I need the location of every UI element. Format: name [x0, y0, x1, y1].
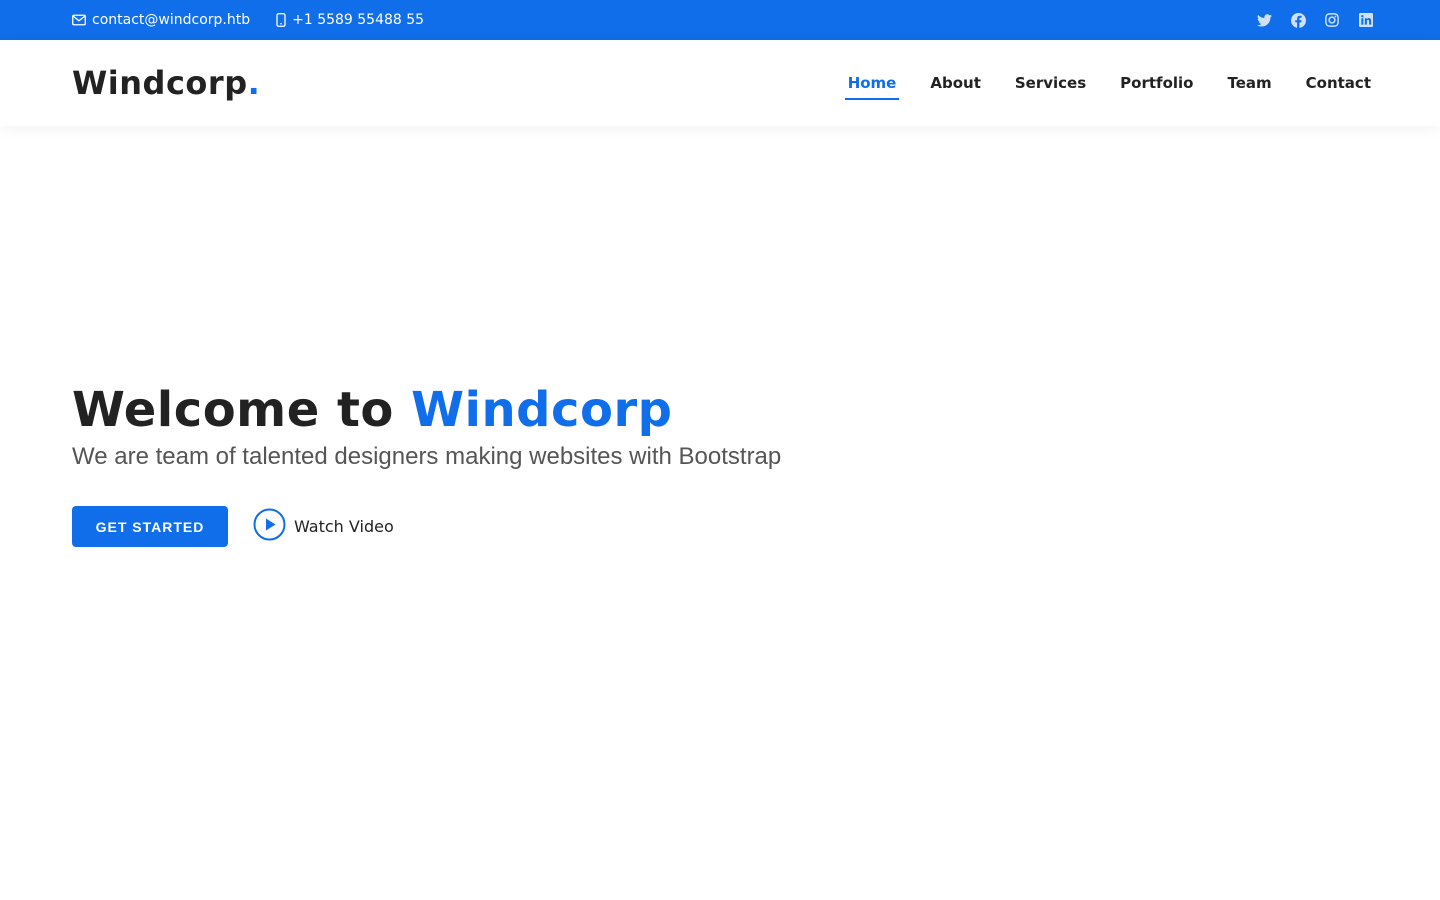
- phone-contact[interactable]: +1 5589 55488 55: [276, 12, 424, 28]
- get-started-button[interactable]: GET STARTED: [72, 506, 228, 547]
- nav-home[interactable]: Home: [844, 66, 900, 100]
- contact-info: contact@windcorp.htb +1 5589 55488 55: [72, 12, 424, 28]
- main-nav: Home About Services Portfolio Team Conta…: [814, 66, 1371, 100]
- watch-video-label: Watch Video: [294, 517, 394, 536]
- email-contact[interactable]: contact@windcorp.htb: [72, 12, 250, 28]
- hero-section: Welcome to Windcorp We are team of talen…: [72, 380, 1072, 547]
- phone-icon: [276, 13, 286, 27]
- site-header: Windcorp. Home About Services Portfolio …: [0, 40, 1440, 126]
- social-links: [1256, 12, 1374, 28]
- hero-title-prefix: Welcome to: [72, 382, 394, 438]
- play-circle-icon: [253, 508, 286, 545]
- phone-text: +1 5589 55488 55: [292, 12, 425, 28]
- facebook-icon[interactable]: [1290, 12, 1306, 28]
- hero-title: Welcome to Windcorp: [72, 380, 1072, 440]
- linkedin-icon[interactable]: [1358, 12, 1374, 28]
- twitter-icon[interactable]: [1256, 12, 1272, 28]
- hero-subtitle: We are team of talented designers making…: [72, 443, 782, 470]
- email-text: contact@windcorp.htb: [92, 12, 251, 28]
- hero-title-brand: Windcorp: [411, 382, 673, 438]
- nav-portfolio[interactable]: Portfolio: [1120, 66, 1193, 100]
- hero-actions: GET STARTED Watch Video: [72, 506, 1072, 547]
- nav-services[interactable]: Services: [1015, 66, 1086, 100]
- nav-about[interactable]: About: [930, 66, 981, 100]
- watch-video-button[interactable]: Watch Video: [253, 508, 394, 545]
- instagram-icon[interactable]: [1324, 12, 1340, 28]
- nav-contact[interactable]: Contact: [1306, 66, 1371, 100]
- logo-dot: .: [247, 64, 261, 102]
- logo-text: Windcorp: [72, 64, 248, 102]
- site-logo[interactable]: Windcorp.: [72, 64, 260, 102]
- envelope-icon: [72, 14, 86, 26]
- nav-team[interactable]: Team: [1227, 66, 1271, 100]
- top-bar: contact@windcorp.htb +1 5589 55488 55: [0, 0, 1440, 40]
